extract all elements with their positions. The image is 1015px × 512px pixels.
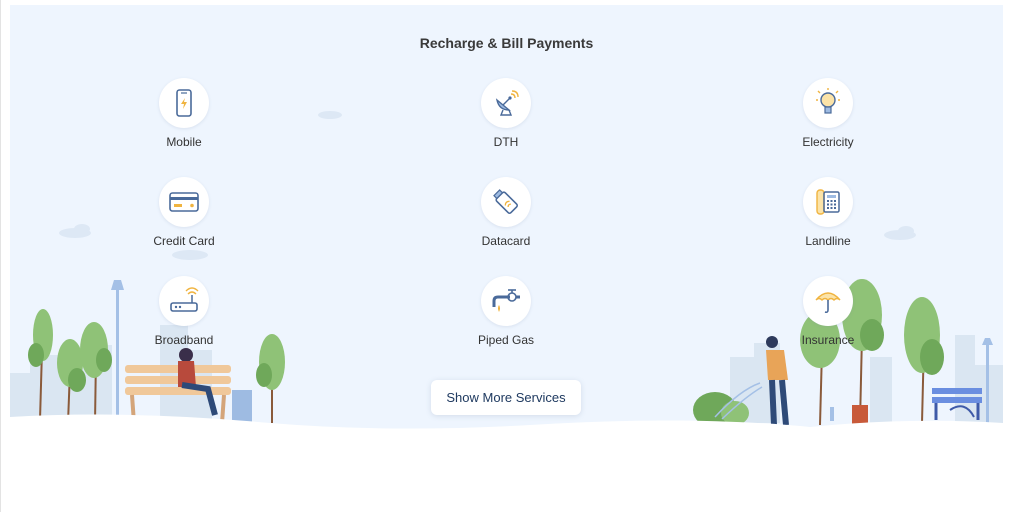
section-title: Recharge & Bill Payments — [419, 35, 594, 51]
service-label: Insurance — [801, 333, 855, 347]
service-label: Credit Card — [153, 234, 215, 248]
service-datacard[interactable]: Datacard — [426, 177, 586, 257]
page-left-border — [0, 0, 1, 512]
mobile-phone-icon — [176, 89, 192, 117]
service-icon-circle — [159, 78, 209, 128]
service-label: Datacard — [481, 234, 531, 248]
service-icon-circle — [481, 78, 531, 128]
service-label: DTH — [493, 135, 519, 149]
service-icon-circle — [159, 177, 209, 227]
light-bulb-icon — [816, 88, 840, 114]
service-mobile[interactable]: Mobile — [104, 78, 264, 158]
service-electricity[interactable]: Electricity — [748, 78, 908, 158]
service-dth[interactable]: DTH — [426, 78, 586, 158]
service-icon-circle — [481, 276, 531, 326]
service-icon-circle — [481, 177, 531, 227]
service-credit-card[interactable]: Credit Card — [104, 177, 264, 257]
usb-datacard-icon — [493, 189, 518, 214]
landline-phone-icon — [816, 189, 840, 215]
show-more-services-button[interactable]: Show More Services — [431, 380, 581, 415]
satellite-dish-icon — [495, 90, 519, 116]
service-insurance[interactable]: Insurance — [748, 276, 908, 356]
service-icon-circle — [159, 276, 209, 326]
service-piped-gas[interactable]: Piped Gas — [426, 276, 586, 356]
service-icon-circle — [803, 78, 853, 128]
service-label: Mobile — [166, 135, 202, 149]
service-icon-circle — [803, 177, 853, 227]
gas-pipe-icon — [492, 289, 520, 312]
credit-card-icon — [169, 192, 199, 212]
service-label: Piped Gas — [477, 333, 535, 347]
wifi-router-icon — [170, 287, 199, 312]
service-label: Electricity — [802, 135, 854, 149]
service-label: Landline — [805, 234, 851, 248]
service-label: Broadband — [154, 333, 214, 347]
service-icon-circle — [803, 276, 853, 326]
recharge-bill-payments-panel: Recharge & Bill Payments Mobile DTH Elec… — [10, 5, 1003, 445]
service-broadband[interactable]: Broadband — [104, 276, 264, 356]
service-landline[interactable]: Landline — [748, 177, 908, 257]
umbrella-icon — [815, 292, 841, 314]
